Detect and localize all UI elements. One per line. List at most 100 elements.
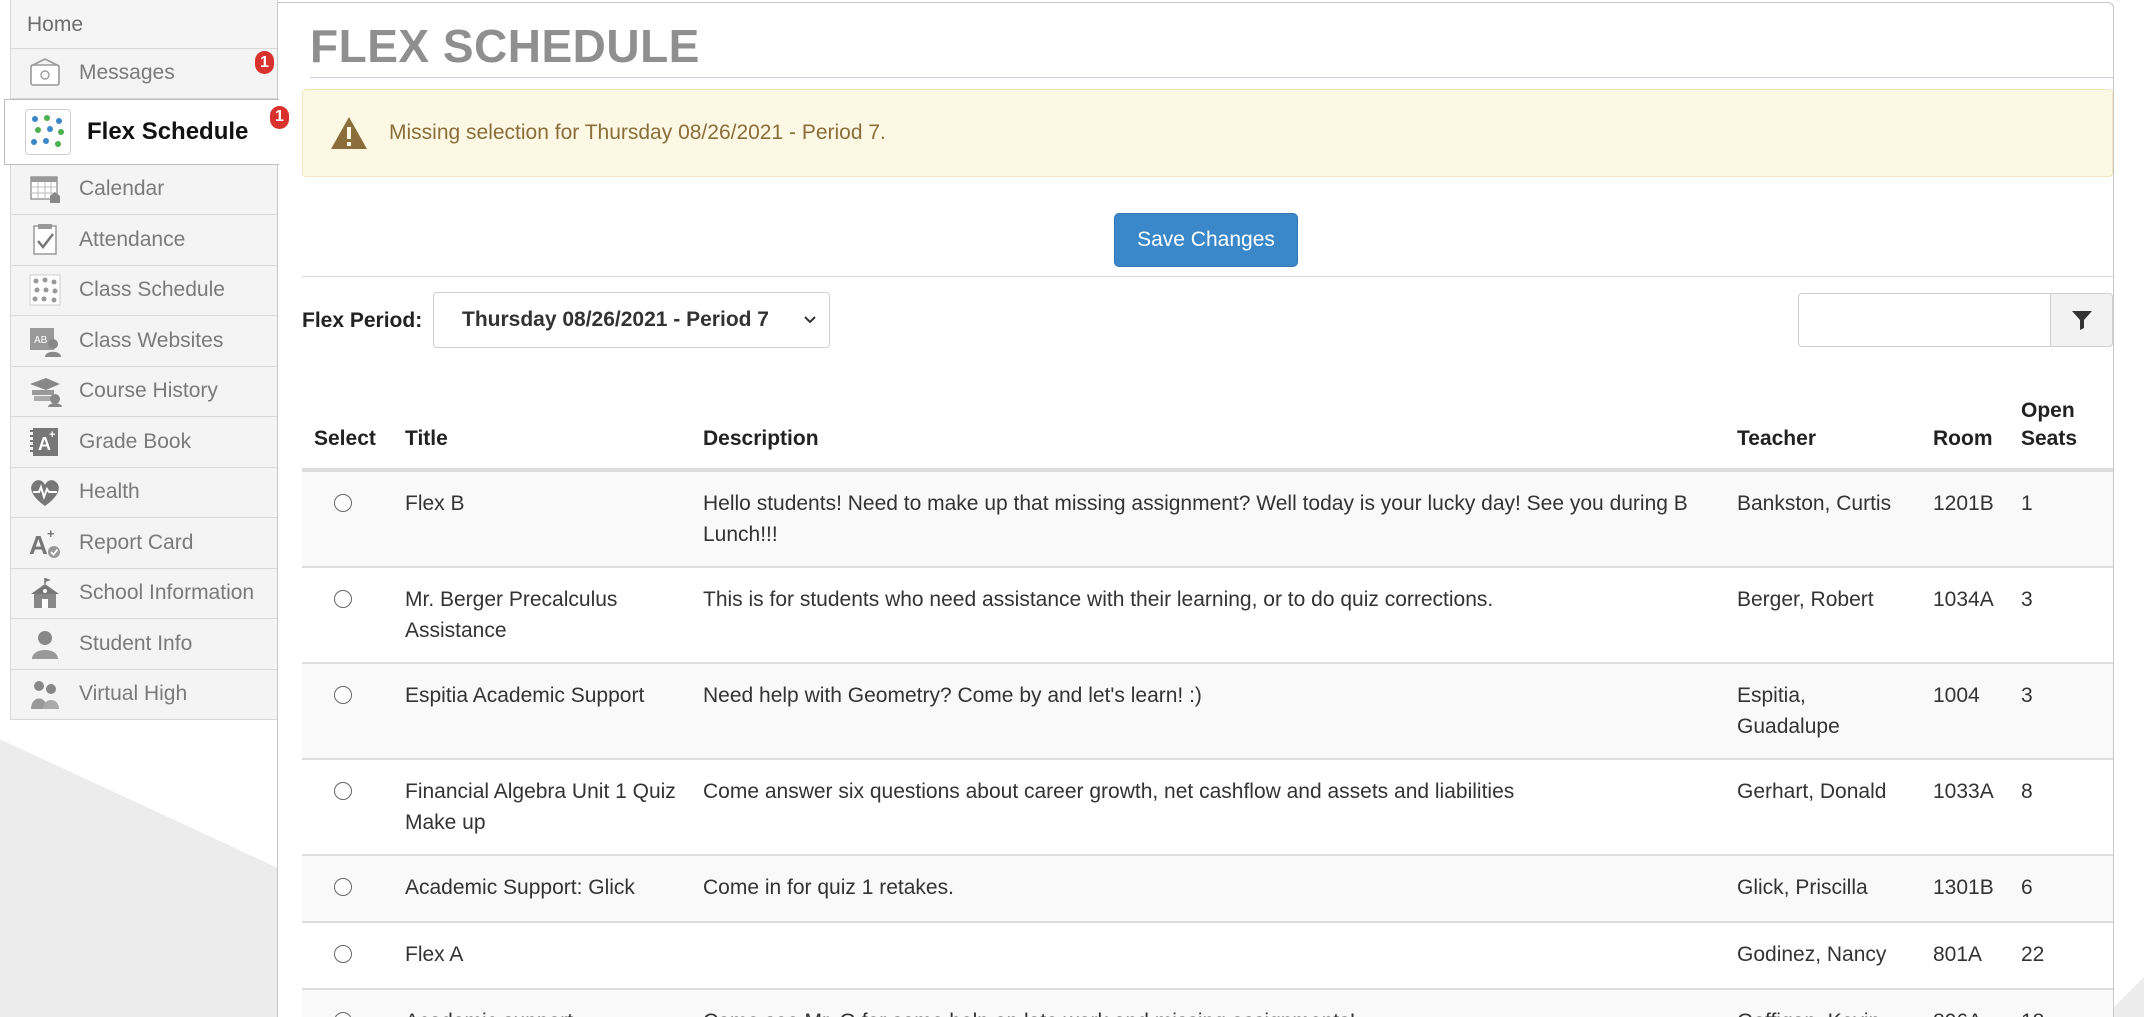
- sidebar-item-grade-book[interactable]: A + Grade Book: [10, 417, 278, 468]
- column-header-select[interactable]: Select: [302, 389, 393, 472]
- row-title: Flex B: [393, 469, 691, 568]
- sidebar-item-calendar[interactable]: Calendar: [10, 164, 278, 215]
- row-room: 806A: [1921, 988, 2009, 1017]
- column-header-open-seats[interactable]: Open Seats: [2009, 389, 2113, 472]
- calendar-icon: [27, 171, 63, 207]
- home-link[interactable]: Home: [10, 0, 278, 48]
- row-teacher: Gerhart, Donald: [1725, 758, 1921, 856]
- sidebar-item-class-schedule[interactable]: Class Schedule: [10, 265, 278, 316]
- table-row: Espitia Academic Support Need help with …: [302, 662, 2113, 760]
- row-title: Financial Algebra Unit 1 Quiz Make up: [393, 758, 691, 856]
- sidebar-item-messages[interactable]: Messages 1: [10, 48, 278, 99]
- select-radio[interactable]: [334, 493, 352, 512]
- select-radio[interactable]: [334, 781, 352, 800]
- sidebar-item-label: Report Card: [79, 530, 194, 554]
- row-open-seats: 22: [2009, 921, 2113, 990]
- missing-selection-alert: Missing selection for Thursday 08/26/202…: [302, 89, 2113, 177]
- notification-badge: 1: [270, 105, 289, 129]
- sidebar-item-school-information[interactable]: School Information: [10, 568, 278, 619]
- sidebar-item-course-history[interactable]: Course History: [10, 366, 278, 417]
- grade-book-icon: A +: [27, 424, 63, 460]
- alert-text: Missing selection for Thursday 08/26/202…: [389, 121, 886, 144]
- flex-period-value: Thursday 08/26/2021 - Period 7: [462, 308, 769, 331]
- sidebar-item-label: Virtual High: [79, 682, 188, 706]
- table-row: Academic support Come see Mr. G for some…: [302, 988, 2113, 1017]
- flex-schedule-icon: [25, 108, 71, 155]
- table-header-row: Select Title Description Teacher Room Op…: [302, 389, 2113, 472]
- sidebar-item-class-websites[interactable]: AB Class Websites: [10, 316, 278, 367]
- row-description: Come see Mr. G for some help on late wor…: [691, 988, 1725, 1017]
- virtual-high-icon: [27, 676, 63, 712]
- filter-button[interactable]: [2050, 293, 2113, 347]
- row-room: 1033A: [1921, 758, 2009, 856]
- select-radio[interactable]: [334, 944, 352, 963]
- sidebar-item-virtual-high[interactable]: Virtual High: [10, 669, 278, 720]
- page-title: FLEX SCHEDULE: [310, 20, 700, 72]
- row-open-seats: 3: [2009, 662, 2113, 760]
- row-description: [691, 921, 1725, 990]
- main-panel: FLEX SCHEDULE Missing selection for Thur…: [277, 2, 2114, 1017]
- save-changes-button[interactable]: Save Changes: [1114, 213, 1298, 267]
- warning-icon: [331, 117, 367, 149]
- report-card-icon: A +: [27, 525, 63, 561]
- column-header-room[interactable]: Room: [1921, 389, 2009, 472]
- row-title: Mr. Berger Precalculus Assistance: [393, 566, 691, 664]
- flex-options-table: Select Title Description Teacher Room Op…: [302, 389, 2113, 1017]
- row-description: Need help with Geometry? Come by and let…: [691, 662, 1725, 760]
- row-description: Come in for quiz 1 retakes.: [691, 854, 1725, 923]
- row-open-seats: 18: [2009, 988, 2113, 1017]
- row-title: Espitia Academic Support: [393, 662, 691, 760]
- sidebar-item-label: School Information: [79, 581, 255, 605]
- select-radio[interactable]: [334, 589, 352, 608]
- notification-badge: 1: [255, 51, 274, 74]
- student-icon: [27, 626, 63, 662]
- sidebar-item-report-card[interactable]: A + Report Card: [10, 518, 278, 569]
- sidebar-item-label: Health: [79, 480, 140, 504]
- school-icon: [27, 575, 63, 611]
- row-teacher: Espitia, Guadalupe: [1725, 662, 1921, 760]
- sidebar-item-health[interactable]: Health: [10, 467, 278, 518]
- column-header-teacher[interactable]: Teacher: [1725, 389, 1921, 472]
- sidebar-item-label: Attendance: [79, 227, 186, 251]
- sidebar-item-label: Student Info: [79, 631, 193, 655]
- row-open-seats: 1: [2009, 469, 2113, 568]
- row-teacher: Godinez, Nancy: [1725, 921, 1921, 990]
- filter-input[interactable]: [1798, 293, 2050, 347]
- sidebar-item-attendance[interactable]: Attendance: [10, 215, 278, 266]
- column-header-description[interactable]: Description: [691, 389, 1725, 472]
- sidebar-item-label: Grade Book: [79, 429, 192, 453]
- sidebar-item-flex-schedule[interactable]: Flex Schedule 1: [4, 98, 289, 165]
- row-room: 1301B: [1921, 854, 2009, 923]
- divider: [302, 276, 2113, 277]
- row-open-seats: 3: [2009, 566, 2113, 664]
- svg-text:AB: AB: [34, 335, 48, 346]
- flex-period-select[interactable]: Thursday 08/26/2021 - Period 7: [433, 292, 830, 348]
- sidebar-item-label: Flex Schedule: [87, 117, 249, 145]
- row-teacher: Berger, Robert: [1725, 566, 1921, 664]
- table-row: Flex B Hello students! Need to make up t…: [302, 469, 2113, 568]
- sidebar-item-label: Messages: [79, 61, 175, 85]
- select-radio[interactable]: [334, 685, 352, 704]
- column-header-title[interactable]: Title: [393, 389, 691, 472]
- class-websites-icon: AB: [27, 323, 63, 359]
- row-title: Flex A: [393, 921, 691, 990]
- svg-text:+: +: [49, 429, 55, 441]
- background-shape: [0, 739, 290, 1017]
- row-room: 1004: [1921, 662, 2009, 760]
- sidebar: Home Messages 1 Flex Schedule 1 Calendar…: [4, 0, 289, 720]
- sidebar-item-label: Course History: [79, 379, 218, 403]
- select-radio[interactable]: [334, 877, 352, 896]
- select-radio[interactable]: [334, 1011, 352, 1017]
- row-description: This is for students who need assistance…: [691, 566, 1725, 664]
- svg-text:+: +: [47, 526, 55, 541]
- table-row: Financial Algebra Unit 1 Quiz Make up Co…: [302, 758, 2113, 856]
- flex-period-label: Flex Period:: [302, 309, 423, 332]
- class-schedule-icon: [27, 272, 63, 308]
- row-room: 1201B: [1921, 469, 2009, 568]
- envelope-icon: [27, 55, 63, 91]
- svg-text:A: A: [29, 530, 48, 560]
- row-room: 801A: [1921, 921, 2009, 990]
- sidebar-item-student-info[interactable]: Student Info: [10, 619, 278, 670]
- attendance-icon: [27, 222, 63, 258]
- table-row: Mr. Berger Precalculus Assistance This i…: [302, 566, 2113, 664]
